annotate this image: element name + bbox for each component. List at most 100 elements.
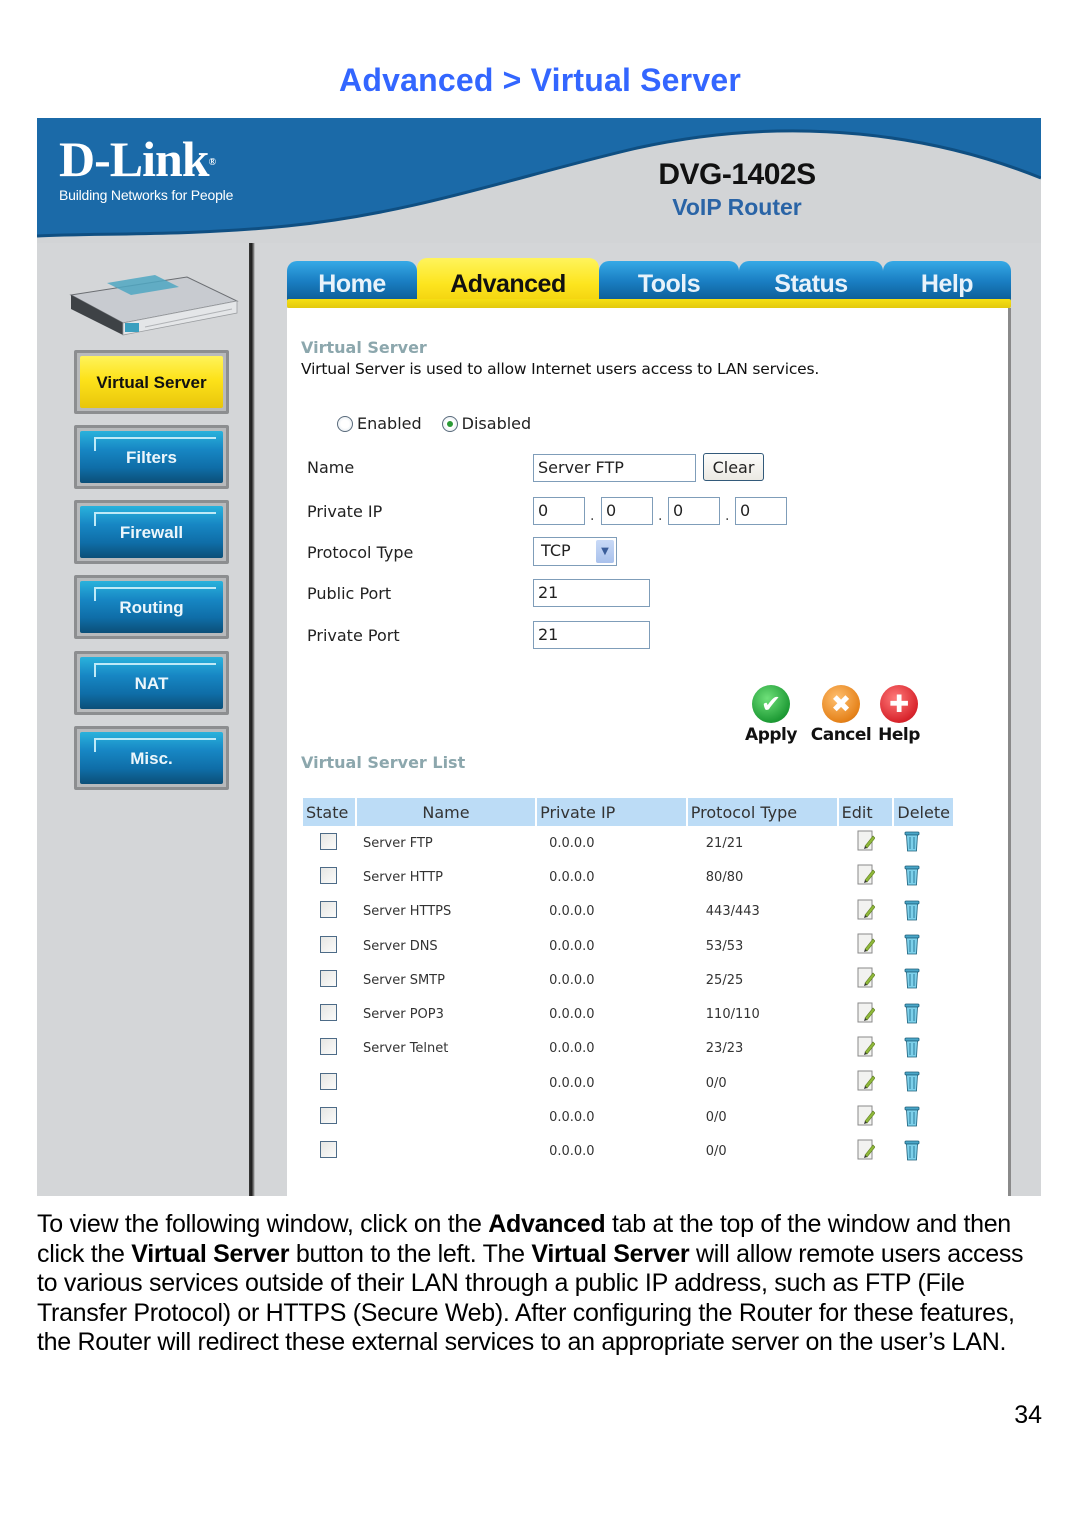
virtual-server-table: State Name Private IP Protocol Type Edit… [301,798,955,1169]
sidebar-item-firewall[interactable]: Firewall [74,500,229,564]
row-checkbox[interactable] [320,1038,338,1056]
state-cell [303,895,355,929]
help-button[interactable]: ✚ Help [874,685,924,745]
tab-tools[interactable]: Tools [599,261,739,301]
page-number: 34 [1014,1401,1042,1429]
edit-icon[interactable] [857,933,875,955]
edit-icon[interactable] [857,1139,875,1161]
model-name: DVG-1402S [658,158,816,191]
delete-cell [894,997,953,1031]
private-port-input[interactable]: 21 [533,621,650,649]
private-ip-cell: 0.0.0.0 [549,1110,595,1126]
trash-icon[interactable] [904,899,920,921]
col-header-state: State [303,798,355,826]
protocol-type-select[interactable]: TCP ▼ [533,537,617,566]
tab-help[interactable]: Help [883,261,1011,301]
radio-enabled[interactable] [337,415,353,432]
name-input[interactable]: Server FTP [533,454,696,482]
name-cell: Server Telnet [362,1041,449,1057]
text-run: button to the left. The [289,1239,532,1268]
tab-home[interactable]: Home [287,261,417,301]
private-ip-cell: 0.0.0.0 [549,1144,595,1160]
dlink-logo: D-Link® Building Networks for People [59,134,233,203]
private-ip-octet-4[interactable]: 0 [735,497,787,525]
private-ip-octet-2[interactable]: 0 [601,497,653,525]
row-checkbox[interactable] [320,969,338,987]
clear-button[interactable]: Clear [703,453,764,481]
state-cell [303,826,355,860]
private-ip-cell: 0.0.0.0 [549,869,595,885]
sidebar-item-filters[interactable]: Filters [74,425,229,489]
row-checkbox[interactable] [320,1072,338,1090]
edit-icon[interactable] [857,1105,875,1127]
sidebar-item-routing[interactable]: Routing [74,575,229,639]
private-ip-octet-3[interactable]: 0 [668,497,720,525]
row-checkbox[interactable] [320,935,338,953]
help-label: Help [878,725,920,745]
sidebar-item-label: Filters [125,448,178,467]
edit-icon[interactable] [857,1036,875,1058]
edit-icon[interactable] [857,1002,875,1024]
table-row: Server Telnet 0.0.0.0 23/23 [303,1032,953,1066]
trash-icon[interactable] [904,1036,920,1058]
edit-icon[interactable] [857,899,875,921]
public-port-input[interactable]: 21 [533,579,650,607]
sidebar-item-label: Misc. [130,749,173,768]
private-ip-octet-1[interactable]: 0 [533,497,585,525]
trash-icon[interactable] [904,1139,920,1161]
protocol-type-value: TCP [541,541,571,560]
trash-icon[interactable] [904,864,920,886]
row-checkbox[interactable] [320,1004,338,1022]
cancel-button[interactable]: ✖ Cancel [809,685,873,745]
edit-cell [839,1066,893,1100]
table-row: Server HTTPS 0.0.0.0 443/443 [303,895,953,929]
trash-icon[interactable] [904,967,920,989]
trash-icon[interactable] [904,830,920,852]
delete-cell [894,895,953,929]
name-cell: Server HTTPS [362,904,452,920]
sidebar-item-nat[interactable]: NAT [74,651,229,715]
tab-status[interactable]: Status [739,261,883,301]
sidebar-item-misc[interactable]: Misc. [74,726,229,790]
row-checkbox[interactable] [320,1107,338,1125]
state-cell [303,1100,355,1134]
trash-icon[interactable] [904,1070,920,1092]
name-cell: Server POP3 [362,1007,444,1023]
row-checkbox[interactable] [320,1141,338,1159]
tab-advanced[interactable]: Advanced [417,258,599,301]
brand-name: D-Link [59,131,210,187]
ip-separator: . [658,508,663,524]
delete-cell [894,1135,953,1169]
delete-cell [894,1100,953,1134]
chevron-down-icon[interactable]: ▼ [596,540,614,563]
router-ui-screenshot: D-Link® Building Networks for People DVG… [37,118,1041,1196]
trash-icon[interactable] [904,933,920,955]
edit-icon[interactable] [857,864,875,886]
edit-icon[interactable] [857,1070,875,1092]
cancel-label: Cancel [810,725,872,745]
row-checkbox[interactable] [320,832,338,850]
private-ip-cell: 0.0.0.0 [549,938,595,954]
sidebar-item-label: Firewall [119,523,184,542]
apply-button[interactable]: ✔ Apply [745,685,797,745]
radio-disabled[interactable] [441,415,458,432]
public-port-label: Public Port [307,584,392,603]
edit-icon[interactable] [857,830,875,852]
protocol-type-label: Protocol Type [307,543,414,562]
body-paragraph: To view the following window, click on t… [37,1210,1047,1358]
edit-cell [839,895,893,929]
row-checkbox[interactable] [320,866,338,884]
state-cell [303,929,355,963]
apply-label: Apply [745,725,797,745]
ports-cell: 0/0 [705,1075,727,1091]
ports-cell: 110/110 [705,1007,760,1023]
row-checkbox[interactable] [320,901,338,919]
edit-icon[interactable] [857,967,875,989]
trash-icon[interactable] [904,1002,920,1024]
plus-icon: ✚ [880,685,918,723]
private-port-label: Private Port [307,626,400,645]
bold-term: Virtual Server [131,1239,290,1268]
sidebar-item-virtual-server[interactable]: Virtual Server [74,350,229,414]
trash-icon[interactable] [904,1105,920,1127]
private-ip-label: Private IP [307,502,383,521]
